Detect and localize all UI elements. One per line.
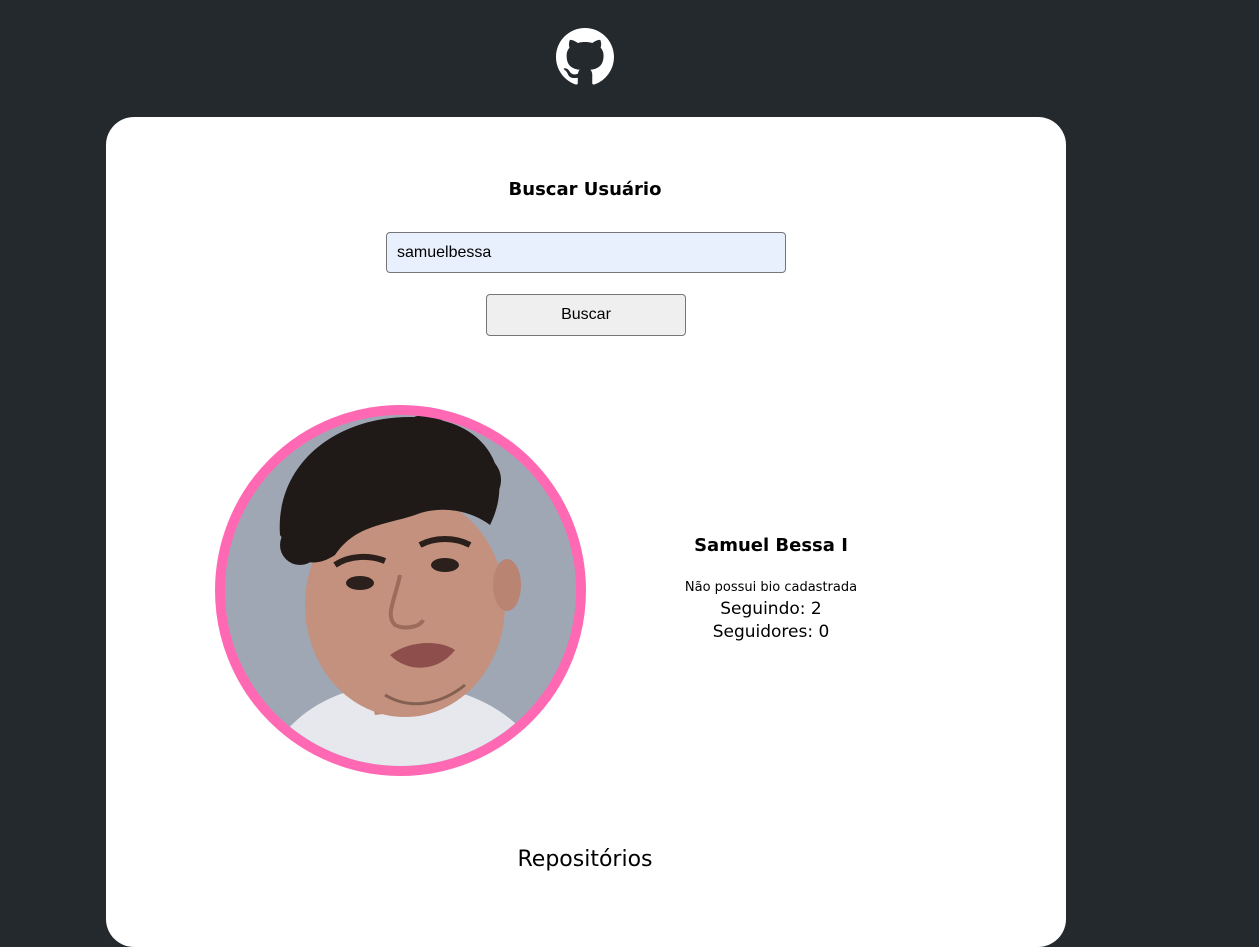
repositories-title: Repositórios: [517, 847, 653, 872]
main-card: Buscar Usuário Buscar: [106, 117, 1066, 947]
avatar: [215, 405, 586, 776]
profile-info: Samuel Bessa I Não possui bio cadastrada…: [621, 535, 921, 644]
search-input[interactable]: [386, 232, 786, 273]
search-title: Buscar Usuário: [508, 179, 662, 200]
profile-name: Samuel Bessa I: [694, 535, 848, 556]
github-icon: [556, 28, 614, 86]
search-button[interactable]: Buscar: [486, 294, 686, 336]
following-count: Seguindo: 2: [720, 599, 822, 619]
profile-bio: Não possui bio cadastrada: [684, 580, 858, 595]
followers-count: Seguidores: 0: [712, 622, 830, 642]
